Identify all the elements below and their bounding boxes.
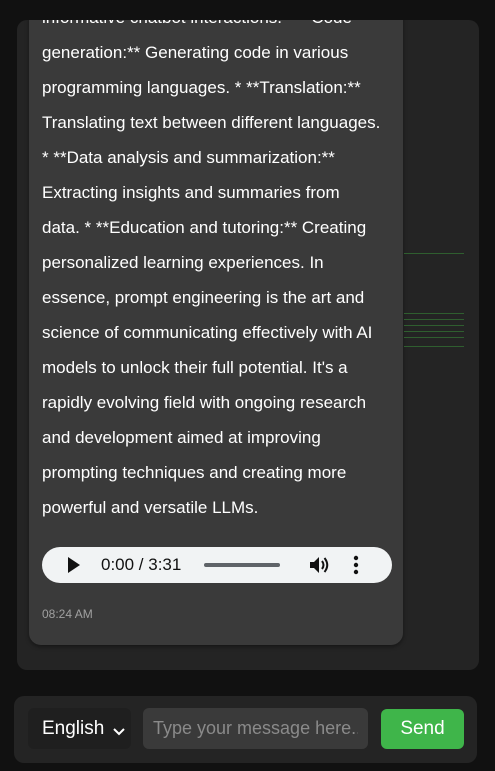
send-button[interactable]: Send: [381, 709, 464, 749]
message-text: informative chatbot interactions. * **Co…: [42, 20, 394, 525]
audio-player: 0:00 / 3:31: [42, 547, 392, 583]
audio-progress-slider[interactable]: [204, 563, 280, 567]
message-line: and development aimed at improving: [42, 428, 321, 447]
message-line: rapidly evolving field with ongoing rese…: [42, 393, 367, 412]
message-line: powerful and versatile LLMs.: [42, 498, 259, 517]
chevron-down-icon: [112, 722, 126, 736]
message-line: models to unlock their full potential. I…: [42, 358, 348, 377]
message-composer: English Send: [14, 696, 477, 763]
chat-panel: informative chatbot interactions. * **Co…: [17, 20, 479, 670]
message-line: * **Data analysis and summarization:**: [42, 148, 335, 167]
message-line: prompting techniques and creating more: [42, 463, 347, 482]
message-input[interactable]: [143, 708, 368, 749]
message-line: essence, prompt engineering is the art a…: [42, 288, 365, 307]
more-vertical-icon[interactable]: [353, 555, 359, 575]
language-select-value: English: [42, 718, 105, 739]
language-select[interactable]: English: [28, 708, 131, 749]
volume-icon[interactable]: [309, 556, 331, 574]
message-bubble: informative chatbot interactions. * **Co…: [29, 20, 403, 645]
play-icon[interactable]: [68, 557, 80, 573]
message-line: data. * **Education and tutoring:** Crea…: [42, 218, 367, 237]
message-line: informative chatbot interactions. * **Co…: [42, 20, 394, 35]
message-timestamp: 08:24 AM: [42, 607, 93, 621]
message-line: personalized learning experiences. In: [42, 253, 324, 272]
message-line: generation:** Generating code in various: [42, 43, 349, 62]
message-line: Extracting insights and summaries from: [42, 183, 340, 202]
message-line: science of communicating effectively wit…: [42, 323, 373, 342]
message-line: programming languages. * **Translation:*…: [42, 78, 361, 97]
audio-time: 0:00 / 3:31: [101, 555, 182, 574]
message-line: Translating text between different langu…: [42, 113, 381, 132]
